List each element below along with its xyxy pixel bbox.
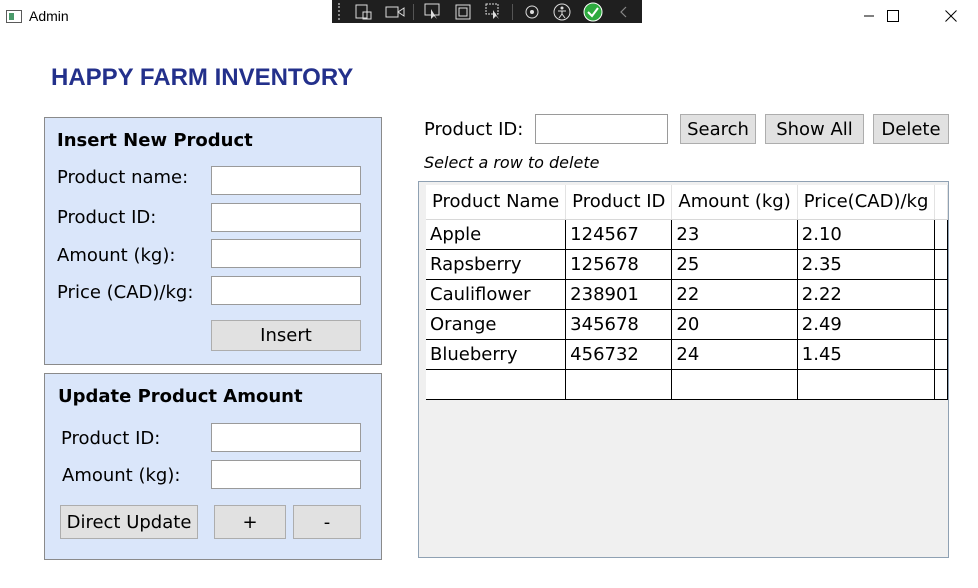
increase-amount-button[interactable]: + xyxy=(214,505,286,539)
column-header-filler xyxy=(934,185,949,220)
product-id-label: Product ID: xyxy=(57,207,157,228)
product-table: Product Name Product ID Amount (kg) Pric… xyxy=(426,185,949,400)
accessibility-button[interactable] xyxy=(550,2,575,22)
cell-amount[interactable]: 24 xyxy=(671,339,798,370)
product-id-input[interactable] xyxy=(211,203,361,232)
amount-label: Amount (kg): xyxy=(57,245,176,266)
track-focus-button[interactable] xyxy=(482,2,507,22)
cell-amount[interactable]: 25 xyxy=(671,249,798,280)
show-all-button[interactable]: Show All xyxy=(765,114,864,144)
insert-panel-title: Insert New Product xyxy=(57,130,253,151)
search-product-id-label: Product ID: xyxy=(424,119,524,140)
close-button[interactable] xyxy=(928,0,974,32)
cell-price[interactable]: 2.22 xyxy=(797,279,936,310)
hot-reload-icon xyxy=(525,5,539,18)
cell-price[interactable] xyxy=(797,369,936,400)
column-header-product-id[interactable]: Product ID xyxy=(565,185,673,220)
toolbar-separator xyxy=(512,3,514,20)
cell-product-id[interactable]: 456732 xyxy=(565,339,673,370)
column-header-amount[interactable]: Amount (kg) xyxy=(671,185,798,220)
cell-product-name[interactable]: Blueberry xyxy=(426,339,567,370)
table-row[interactable]: Orange 345678 20 2.49 xyxy=(426,309,949,340)
layout-adorner-button[interactable] xyxy=(451,2,476,22)
accessibility-icon xyxy=(553,3,571,20)
focus-icon xyxy=(485,3,499,19)
cursor-select-button[interactable] xyxy=(420,2,445,22)
cell-product-name[interactable] xyxy=(426,369,567,400)
cell-price[interactable]: 2.49 xyxy=(797,309,936,340)
decrease-amount-button[interactable]: - xyxy=(293,505,361,539)
price-input[interactable] xyxy=(211,276,361,305)
cell-product-id[interactable]: 238901 xyxy=(565,279,673,310)
search-button[interactable]: Search xyxy=(680,114,756,144)
cursor-icon xyxy=(424,3,439,19)
cell-price[interactable]: 1.45 xyxy=(797,339,936,370)
cell-filler xyxy=(934,309,949,340)
new-row-placeholder[interactable] xyxy=(426,369,949,400)
table-row[interactable]: Rapsberry 125678 25 2.35 xyxy=(426,249,949,280)
window-title: Admin xyxy=(29,8,69,24)
price-label: Price (CAD)/kg: xyxy=(57,282,194,303)
direct-update-button[interactable]: Direct Update xyxy=(60,505,198,539)
status-ok-button[interactable] xyxy=(581,2,606,22)
cell-filler xyxy=(934,339,949,370)
select-element-icon xyxy=(355,4,372,19)
column-header-product-name[interactable]: Product Name xyxy=(426,185,567,220)
table-row[interactable]: Apple 124567 23 2.10 xyxy=(426,219,949,250)
amount-input[interactable] xyxy=(211,239,361,268)
chevron-left-icon xyxy=(619,6,627,17)
cell-price[interactable]: 2.35 xyxy=(797,249,936,280)
hot-reload-button[interactable] xyxy=(519,2,544,22)
cell-filler xyxy=(934,219,949,250)
cell-filler xyxy=(934,279,949,310)
product-name-label: Product name: xyxy=(57,167,189,188)
delete-hint: Select a row to delete xyxy=(424,153,600,172)
cell-product-id[interactable] xyxy=(565,369,673,400)
camera-icon xyxy=(385,6,405,17)
table-row[interactable]: Cauliflower 238901 22 2.22 xyxy=(426,279,949,310)
maximize-button[interactable] xyxy=(870,0,916,32)
update-product-id-label: Product ID: xyxy=(61,428,161,449)
delete-button[interactable]: Delete xyxy=(873,114,949,144)
cell-amount[interactable]: 23 xyxy=(671,219,798,250)
table-header-row: Product Name Product ID Amount (kg) Pric… xyxy=(426,185,949,220)
product-name-input[interactable] xyxy=(211,166,361,195)
cell-price[interactable]: 2.10 xyxy=(797,219,936,250)
cell-filler xyxy=(934,369,949,400)
close-icon xyxy=(945,10,957,22)
table-row[interactable]: Blueberry 456732 24 1.45 xyxy=(426,339,949,370)
cell-product-name[interactable]: Apple xyxy=(426,219,567,250)
app-window-icon xyxy=(6,10,22,23)
checkmark-icon xyxy=(583,2,603,21)
select-element-button[interactable] xyxy=(352,2,377,22)
update-product-id-input[interactable] xyxy=(211,423,361,452)
update-amount-input[interactable] xyxy=(211,460,361,489)
toolbar-separator xyxy=(413,3,415,20)
app-heading: HAPPY FARM INVENTORY xyxy=(51,64,354,91)
cell-filler xyxy=(934,249,949,280)
cell-product-id[interactable]: 125678 xyxy=(565,249,673,280)
update-amount-label: Amount (kg): xyxy=(62,465,181,486)
collapse-toolbar-button[interactable] xyxy=(611,2,636,22)
video-button[interactable] xyxy=(383,2,408,22)
maximize-icon xyxy=(887,10,899,22)
search-product-id-input[interactable] xyxy=(535,114,668,144)
product-grid[interactable]: Product Name Product ID Amount (kg) Pric… xyxy=(418,181,949,558)
column-header-price[interactable]: Price(CAD)/kg xyxy=(797,185,936,220)
insert-button[interactable]: Insert xyxy=(211,320,361,351)
cell-product-name[interactable]: Cauliflower xyxy=(426,279,567,310)
cell-amount[interactable]: 22 xyxy=(671,279,798,310)
toolbar-grip[interactable] xyxy=(338,3,344,20)
cell-product-name[interactable]: Orange xyxy=(426,309,567,340)
cell-amount[interactable]: 20 xyxy=(671,309,798,340)
cell-product-id[interactable]: 345678 xyxy=(565,309,673,340)
cell-product-name[interactable]: Rapsberry xyxy=(426,249,567,280)
adorner-icon xyxy=(455,4,471,19)
cell-amount[interactable] xyxy=(671,369,798,400)
debug-toolbar xyxy=(332,0,642,23)
update-panel-title: Update Product Amount xyxy=(58,386,303,407)
cell-product-id[interactable]: 124567 xyxy=(565,219,673,250)
